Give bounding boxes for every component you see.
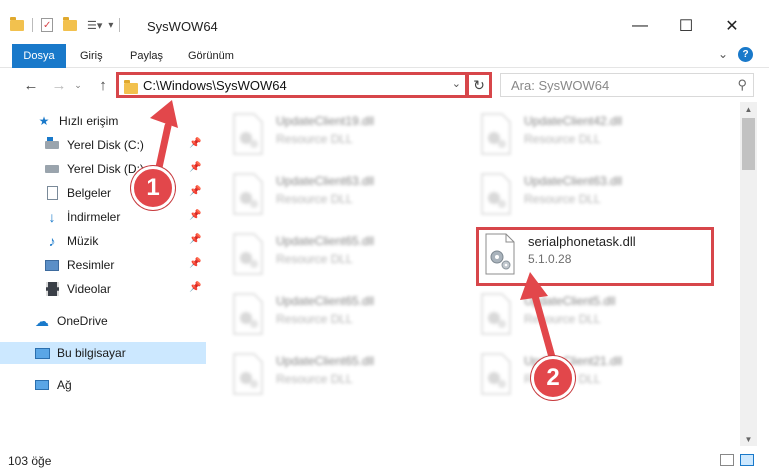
arrow-1-head xyxy=(150,100,178,128)
annotation-arrows xyxy=(150,100,559,372)
arrow-2-head xyxy=(520,272,548,300)
arrow-1 xyxy=(154,122,172,176)
annotation-marker-1: 1 xyxy=(131,166,175,210)
annotation-marker-2: 2 xyxy=(531,356,575,400)
